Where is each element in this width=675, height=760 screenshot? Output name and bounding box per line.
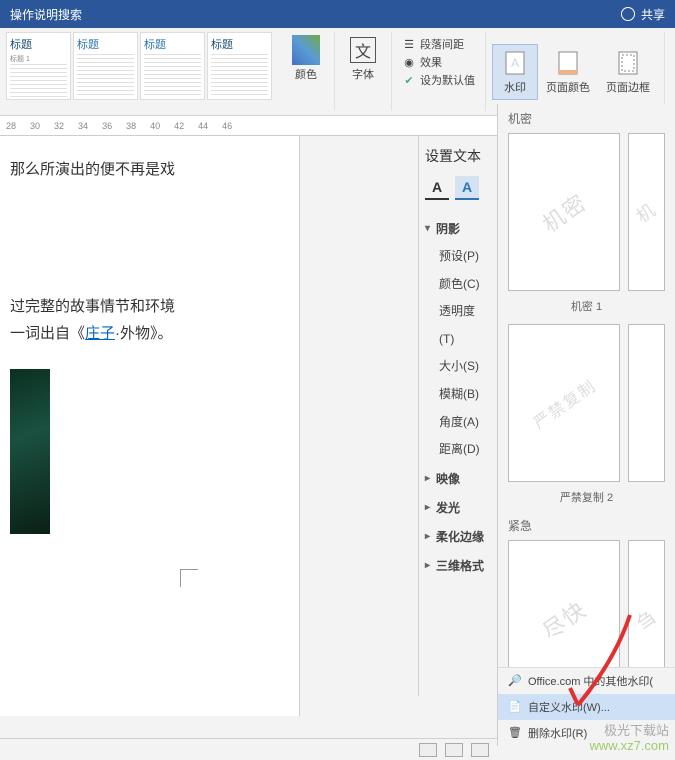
page-color-button[interactable]: 页面颜色 — [538, 45, 598, 99]
chevron-right-icon: ▸ — [425, 473, 430, 484]
blur-option[interactable]: 模糊(B) — [439, 381, 490, 409]
watermark-thumb[interactable] — [628, 324, 665, 482]
view-mode-button[interactable] — [419, 743, 437, 757]
watermark-button[interactable]: A 水印 — [492, 44, 538, 100]
color-group: 颜色 — [278, 32, 335, 111]
search-hint[interactable]: 操作说明搜索 — [10, 6, 82, 23]
custom-watermark-button[interactable]: 📄 自定义水印(W)... — [498, 694, 675, 720]
custom-icon: 📄 — [508, 700, 522, 714]
wm-caption: 机密 1 — [498, 295, 675, 320]
watermark-thumb[interactable]: 机 — [628, 133, 665, 291]
text-effects-panel: 设置文本 A A ▾阴影 预设(P) 颜色(C) 透明度(T) 大小(S) 模糊… — [418, 136, 496, 696]
color-swatch-icon — [292, 35, 320, 65]
style-item[interactable]: 标题 — [140, 32, 205, 100]
panel-title: 设置文本 — [425, 146, 490, 166]
check-icon: ✔ — [402, 73, 416, 87]
watermark-thumb[interactable]: 严禁复制 — [508, 324, 620, 482]
distance-option[interactable]: 距离(D) — [439, 436, 490, 464]
doc-text-line: 过完整的故事情节和环境 — [10, 293, 289, 320]
view-mode-button[interactable] — [445, 743, 463, 757]
title-bar: 操作说明搜索 共享 — [0, 0, 675, 28]
chevron-right-icon: ▸ — [425, 560, 430, 571]
para-group: ☰段落间距 ◉效果 ✔设为默认值 — [392, 32, 486, 111]
effects-icon: ◉ — [402, 55, 416, 69]
doc-text-line: 一词出自《庄子·外物》。 — [10, 320, 289, 347]
person-icon — [621, 7, 635, 21]
doc-link[interactable]: 庄子 — [85, 325, 115, 342]
size-option[interactable]: 大小(S) — [439, 353, 490, 381]
transparency-option[interactable]: 透明度(T) — [439, 298, 490, 353]
watermark-thumb[interactable]: 机密 — [508, 133, 620, 291]
threed-section[interactable]: ▸三维格式 — [425, 551, 490, 580]
remove-icon: 🗑 — [508, 726, 522, 740]
page-bg-group: A 水印 页面颜色 页面边框 — [486, 32, 665, 111]
spacing-icon: ☰ — [402, 37, 416, 51]
soft-edge-section[interactable]: ▸柔化边缘 — [425, 522, 490, 551]
reflection-section[interactable]: ▸映像 — [425, 464, 490, 493]
font-group: 文 字体 — [335, 32, 392, 111]
doc-text-line: 那么所演出的便不再是戏 — [10, 156, 289, 183]
share-area[interactable]: 共享 — [621, 6, 665, 23]
style-item[interactable]: 标题标题 1 — [6, 32, 71, 100]
fonts-button[interactable]: 文 字体 — [341, 32, 385, 86]
preset-option[interactable]: 预设(P) — [439, 243, 490, 271]
share-label: 共享 — [641, 6, 665, 23]
view-mode-button[interactable] — [471, 743, 489, 757]
text-outline-tab[interactable]: A — [455, 176, 479, 200]
page-border-button[interactable]: 页面边框 — [598, 45, 658, 99]
office-watermarks-link[interactable]: 🔎 Office.com 中的其他水印( — [498, 668, 675, 694]
status-bar — [0, 738, 497, 760]
paragraph-spacing-button[interactable]: ☰段落间距 — [402, 36, 475, 52]
chevron-right-icon: ▸ — [425, 531, 430, 542]
doc-image[interactable] — [10, 369, 50, 534]
svg-text:A: A — [511, 56, 519, 70]
wm-caption: 严禁复制 2 — [498, 486, 675, 511]
style-item[interactable]: 标题 — [207, 32, 272, 100]
glow-section[interactable]: ▸发光 — [425, 493, 490, 522]
document-page[interactable]: 那么所演出的便不再是戏 过完整的故事情节和环境 一词出自《庄子·外物》。 — [0, 136, 300, 716]
ribbon: 标题标题 1 标题 标题 标题 颜色 文 字体 ☰段落间距 ◉效果 ✔设为默认值… — [0, 28, 675, 116]
text-fill-tab[interactable]: A — [425, 176, 449, 200]
page-border-icon — [614, 49, 642, 77]
chevron-down-icon: ▾ — [425, 223, 430, 234]
colors-button[interactable]: 颜色 — [284, 32, 328, 86]
color-option[interactable]: 颜色(C) — [439, 271, 490, 299]
wm-section-confidential: 机密 — [498, 104, 675, 129]
watermark-icon: A — [501, 49, 529, 77]
watermark-gallery: 机密 机密 机 机密 1 严禁复制 严禁复制 2 紧急 尽快 刍 尽快 1 🔎 … — [497, 104, 675, 746]
globe-icon: 🔎 — [508, 674, 522, 688]
effects-button[interactable]: ◉效果 — [402, 54, 475, 70]
wm-section-urgent: 紧急 — [498, 511, 675, 536]
angle-option[interactable]: 角度(A) — [439, 409, 490, 437]
page-color-icon — [554, 49, 582, 77]
page-corner-mark — [180, 569, 198, 587]
set-default-button[interactable]: ✔设为默认值 — [402, 72, 475, 88]
shadow-section[interactable]: ▾阴影 — [425, 214, 490, 243]
font-icon: 文 — [350, 37, 376, 63]
style-item[interactable]: 标题 — [73, 32, 138, 100]
chevron-right-icon: ▸ — [425, 502, 430, 513]
site-watermark: 极光下载站 www.xz7.com — [590, 723, 669, 754]
styles-gallery: 标题标题 1 标题 标题 标题 — [0, 32, 278, 111]
